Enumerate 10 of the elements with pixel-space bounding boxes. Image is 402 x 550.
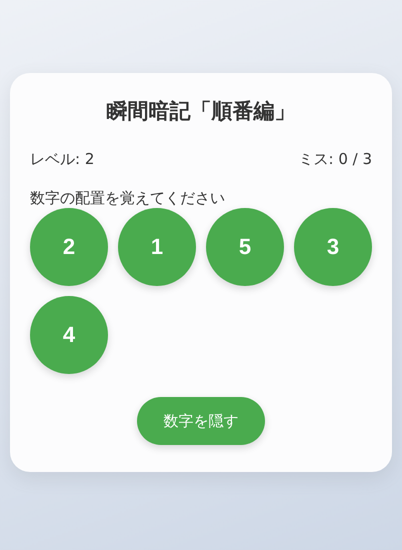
number-tile[interactable]: 3 [294,208,372,286]
miss-counter: ミス: 0 / 3 [298,149,372,169]
number-tile[interactable]: 2 [30,208,108,286]
number-tile[interactable]: 5 [206,208,284,286]
game-title: 瞬間暗記「順番編」 [106,98,296,125]
level-label: レベル: 2 [30,149,94,169]
instruction-text: 数字の配置を覚えてください [30,189,226,207]
number-tile[interactable]: 4 [30,296,108,374]
hide-numbers-button[interactable]: 数字を隠す [137,397,265,445]
number-tile[interactable]: 1 [118,208,196,286]
